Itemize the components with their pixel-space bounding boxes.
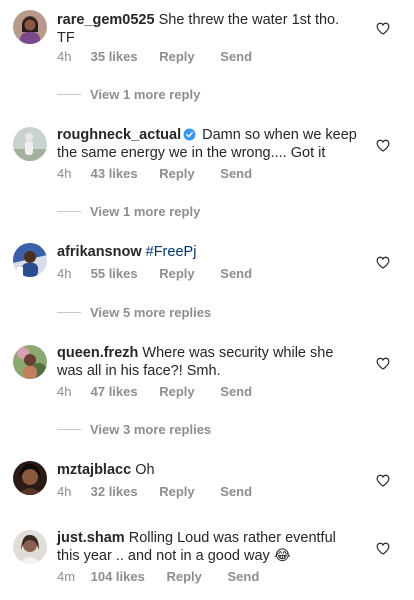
heart-icon[interactable] xyxy=(376,22,390,35)
username[interactable]: afrikansnow xyxy=(57,244,142,260)
timestamp: 4h xyxy=(57,266,72,281)
heart-icon[interactable] xyxy=(376,542,390,555)
comment-meta: 4h 35 likes Reply Send xyxy=(57,49,252,64)
view-replies-button[interactable]: View 1 more reply xyxy=(57,86,200,102)
divider-line xyxy=(57,94,81,96)
send-button[interactable]: Send xyxy=(220,49,252,64)
comment-item: mztajblacc Oh 4h 32 likes Reply Send xyxy=(0,452,414,512)
username[interactable]: just.sham xyxy=(57,530,125,546)
username[interactable]: mztajblacc xyxy=(57,462,131,478)
view-replies-button[interactable]: View 1 more reply xyxy=(57,203,200,219)
avatar[interactable] xyxy=(13,530,47,564)
laughing-emoji-icon: 😂 xyxy=(273,548,291,564)
comment-meta: 4h 43 likes Reply Send xyxy=(57,166,252,181)
reply-button[interactable]: Reply xyxy=(166,569,201,584)
likes-count[interactable]: 35 likes xyxy=(91,49,138,64)
likes-count[interactable]: 32 likes xyxy=(91,484,138,499)
heart-icon[interactable] xyxy=(376,474,390,487)
reply-button[interactable]: Reply xyxy=(159,484,194,499)
timestamp: 4h xyxy=(57,484,72,499)
reply-button[interactable]: Reply xyxy=(159,49,194,64)
comment-item: queen.frezh Where was security while she… xyxy=(0,335,414,437)
avatar[interactable] xyxy=(13,243,47,277)
comment-text: rare_gem0525 She threw the water 1st tho… xyxy=(57,11,357,47)
avatar[interactable] xyxy=(13,10,47,44)
reply-button[interactable]: Reply xyxy=(159,384,194,399)
comment-text: just.sham Rolling Loud was rather eventf… xyxy=(57,529,357,565)
divider-line xyxy=(57,312,81,314)
comment-text: afrikansnow #FreePj xyxy=(57,243,357,261)
likes-count[interactable]: 55 likes xyxy=(91,266,138,281)
send-button[interactable]: Send xyxy=(220,166,252,181)
timestamp: 4h xyxy=(57,384,72,399)
view-replies-button[interactable]: View 5 more replies xyxy=(57,304,211,320)
reply-button[interactable]: Reply xyxy=(159,166,194,181)
likes-count[interactable]: 47 likes xyxy=(91,384,138,399)
hashtag-link[interactable]: #FreePj xyxy=(146,244,197,260)
heart-icon[interactable] xyxy=(376,357,390,370)
send-button[interactable]: Send xyxy=(220,384,252,399)
timestamp: 4m xyxy=(57,569,76,584)
comment-item: afrikansnow #FreePj 4h 55 likes Reply Se… xyxy=(0,234,414,322)
reply-button[interactable]: Reply xyxy=(159,266,194,281)
timestamp: 4h xyxy=(57,49,72,64)
comment-item: roughneck_actual Damn so when we keep th… xyxy=(0,117,414,219)
comment-body: Oh xyxy=(135,462,155,478)
avatar[interactable] xyxy=(13,345,47,379)
likes-count[interactable]: 43 likes xyxy=(91,166,138,181)
comment-text: mztajblacc Oh xyxy=(57,461,357,479)
heart-icon[interactable] xyxy=(376,139,390,152)
send-button[interactable]: Send xyxy=(228,569,260,584)
comment-item: rare_gem0525 She threw the water 1st tho… xyxy=(0,0,414,102)
avatar[interactable] xyxy=(13,461,47,495)
view-replies-button[interactable]: View 3 more replies xyxy=(57,421,211,437)
send-button[interactable]: Send xyxy=(220,484,252,499)
comment-meta: 4h 47 likes Reply Send xyxy=(57,384,252,399)
verified-badge-icon xyxy=(183,128,196,141)
avatar[interactable] xyxy=(13,127,47,161)
divider-line xyxy=(57,211,81,213)
username[interactable]: rare_gem0525 xyxy=(57,12,155,28)
likes-count[interactable]: 104 likes xyxy=(91,569,145,584)
username[interactable]: queen.frezh xyxy=(57,345,138,361)
divider-line xyxy=(57,429,81,431)
send-button[interactable]: Send xyxy=(220,266,252,281)
comment-meta: 4h 55 likes Reply Send xyxy=(57,266,252,281)
comment-meta: 4m 104 likes Reply Send xyxy=(57,569,259,584)
timestamp: 4h xyxy=(57,166,72,181)
heart-icon[interactable] xyxy=(376,256,390,269)
comment-text: roughneck_actual Damn so when we keep th… xyxy=(57,126,357,162)
comment-meta: 4h 32 likes Reply Send xyxy=(57,484,252,499)
username[interactable]: roughneck_actual xyxy=(57,127,181,143)
comment-item: just.sham Rolling Loud was rather eventf… xyxy=(0,520,414,600)
comment-text: queen.frezh Where was security while she… xyxy=(57,344,357,380)
